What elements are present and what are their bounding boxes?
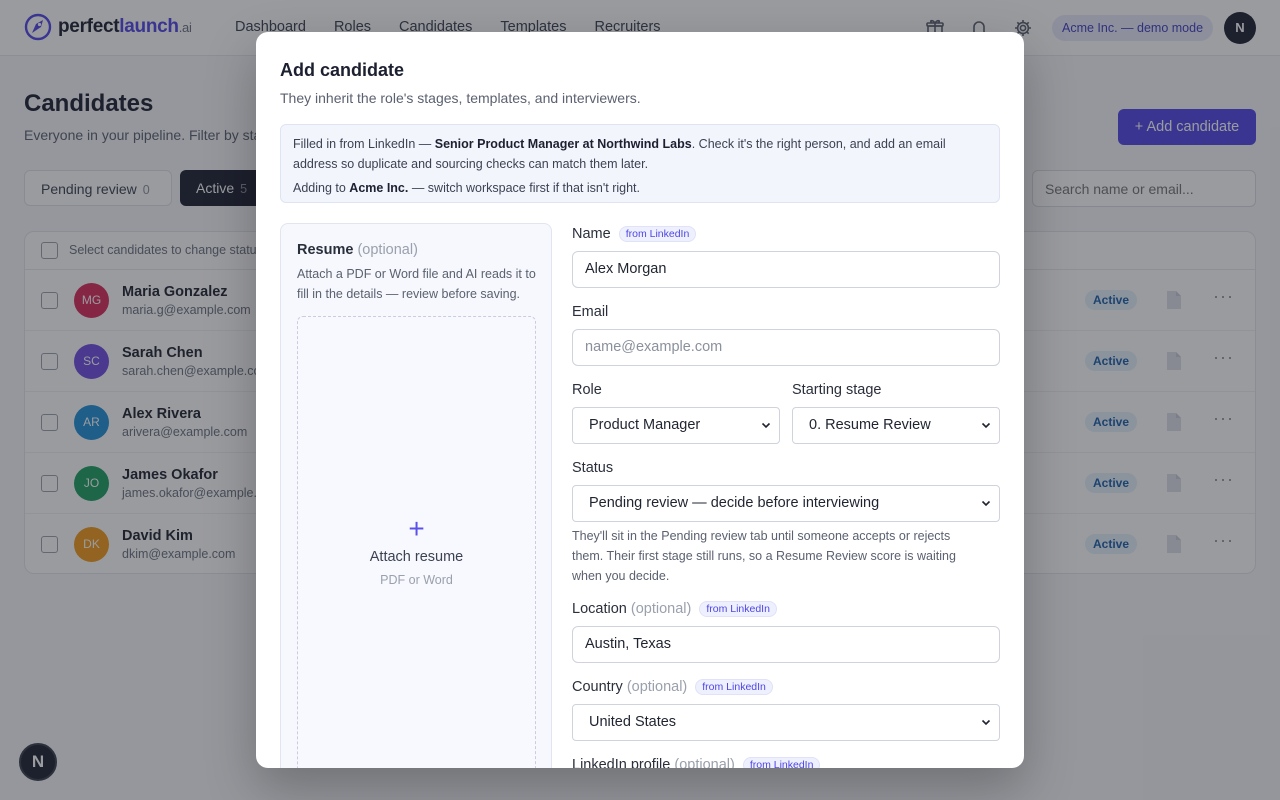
plus-icon: + [408, 513, 425, 544]
linkedin-label: LinkedIn profile (optional) from LinkedIn [572, 757, 821, 768]
email-label: Email [572, 304, 609, 320]
role-label: Role [572, 382, 602, 398]
from-linkedin-tag: from LinkedIn [699, 601, 777, 617]
resume-dropzone[interactable]: + Attach resume PDF or Word [297, 316, 536, 768]
modal-subtitle: They inherit the role's stages, template… [280, 90, 641, 106]
resume-title: Resume (optional) [297, 242, 418, 258]
from-linkedin-tag: from LinkedIn [695, 679, 773, 695]
linkedin-notice: Filled in from LinkedIn — Senior Product… [280, 124, 1000, 203]
from-linkedin-tag: from LinkedIn [618, 226, 697, 242]
name-field[interactable]: Alex Morgan [572, 251, 1000, 288]
chevron-down-icon [761, 422, 771, 429]
name-label: Name from LinkedIn [572, 226, 697, 242]
country-label: Country (optional) from LinkedIn [572, 679, 773, 695]
resume-formats: PDF or Word [380, 573, 453, 587]
resume-panel: Resume (optional) Attach a PDF or Word f… [280, 223, 552, 768]
add-candidate-modal: Add candidate They inherit the role's st… [256, 32, 1024, 768]
status-help: They'll sit in the Pending review tab un… [572, 529, 956, 583]
from-linkedin-tag: from LinkedIn [742, 757, 821, 768]
email-field[interactable]: name@example.com [572, 329, 1000, 366]
chevron-down-icon [981, 422, 991, 429]
country-select[interactable]: United States [572, 704, 1000, 741]
stage-select[interactable]: 0. Resume Review [792, 407, 1000, 444]
attach-resume-label: Attach resume [369, 549, 464, 565]
chevron-down-icon [981, 719, 991, 726]
chevron-down-icon [981, 500, 991, 507]
status-select[interactable]: Pending review — decide before interview… [572, 485, 1000, 522]
location-field[interactable]: Austin, Texas [572, 626, 1000, 663]
status-label: Status [572, 460, 614, 476]
modal-title: Add candidate [280, 60, 405, 80]
location-label: Location (optional) from LinkedIn [572, 601, 777, 617]
role-select[interactable]: Product Manager [572, 407, 780, 444]
stage-label: Starting stage [792, 382, 882, 398]
resume-help: Attach a PDF or Word file and AI reads i… [297, 267, 536, 301]
